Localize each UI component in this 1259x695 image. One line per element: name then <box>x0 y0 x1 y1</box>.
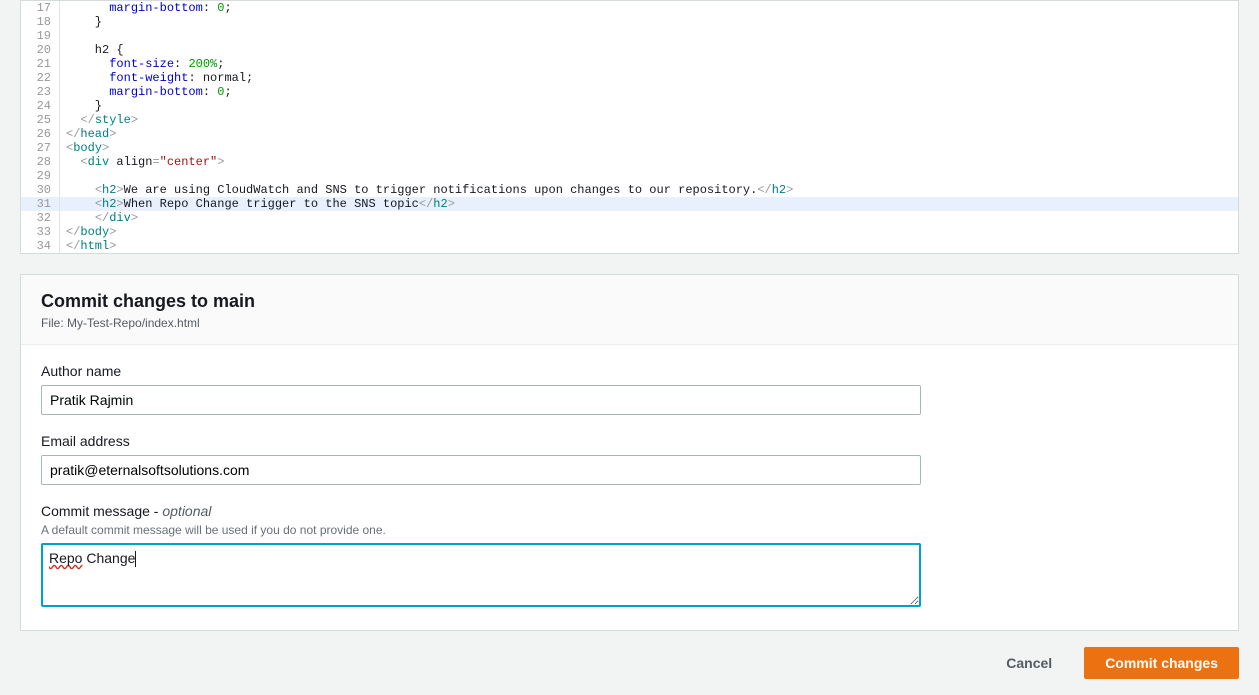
code-line[interactable]: h2 { <box>60 43 1238 57</box>
commit-message-field: Commit message - optional A default comm… <box>41 503 921 610</box>
line-number: 28 <box>21 155 59 169</box>
commit-message-hint: A default commit message will be used if… <box>41 523 921 537</box>
code-line[interactable]: } <box>60 99 1238 113</box>
line-number: 29 <box>21 169 59 183</box>
line-number: 26 <box>21 127 59 141</box>
code-line[interactable]: </body> <box>60 225 1238 239</box>
line-number: 20 <box>21 43 59 57</box>
code-content[interactable]: margin-bottom: 0; } h2 { font-size: 200%… <box>60 1 1238 253</box>
code-line[interactable]: <body> <box>60 141 1238 155</box>
commit-panel-title: Commit changes to main <box>41 291 1218 312</box>
commit-panel-body: Author name Email address Commit message… <box>21 345 1238 630</box>
cancel-button[interactable]: Cancel <box>986 647 1072 679</box>
line-number: 33 <box>21 225 59 239</box>
code-line[interactable]: </html> <box>60 239 1238 253</box>
line-number: 23 <box>21 85 59 99</box>
code-line[interactable]: font-weight: normal; <box>60 71 1238 85</box>
code-editor-panel: 171819202122232425262728293031323334 mar… <box>20 0 1239 254</box>
code-line[interactable] <box>60 29 1238 43</box>
line-number: 21 <box>21 57 59 71</box>
line-number: 32 <box>21 211 59 225</box>
author-name-field: Author name <box>41 363 921 415</box>
line-number: 25 <box>21 113 59 127</box>
code-line[interactable]: <div align="center"> <box>60 155 1238 169</box>
email-label: Email address <box>41 433 921 449</box>
commit-panel-header: Commit changes to main File: My-Test-Rep… <box>21 275 1238 345</box>
code-line[interactable]: <h2>When Repo Change trigger to the SNS … <box>60 197 1238 211</box>
line-number: 18 <box>21 15 59 29</box>
code-line[interactable]: </div> <box>60 211 1238 225</box>
code-line[interactable]: } <box>60 15 1238 29</box>
code-line[interactable]: margin-bottom: 0; <box>60 85 1238 99</box>
line-numbers-gutter: 171819202122232425262728293031323334 <box>21 1 60 253</box>
author-name-input[interactable] <box>41 385 921 415</box>
code-line[interactable] <box>60 169 1238 183</box>
line-number: 24 <box>21 99 59 113</box>
author-name-label: Author name <box>41 363 921 379</box>
code-line[interactable]: <h2>We are using CloudWatch and SNS to t… <box>60 183 1238 197</box>
commit-message-input[interactable] <box>41 543 921 607</box>
commit-message-label: Commit message - optional <box>41 503 921 519</box>
email-input[interactable] <box>41 455 921 485</box>
code-line[interactable]: </style> <box>60 113 1238 127</box>
commit-actions: Cancel Commit changes <box>0 647 1259 695</box>
line-number: 17 <box>21 1 59 15</box>
code-editor[interactable]: 171819202122232425262728293031323334 mar… <box>21 1 1238 253</box>
line-number: 30 <box>21 183 59 197</box>
commit-file-path: File: My-Test-Repo/index.html <box>41 316 1218 330</box>
line-number: 22 <box>21 71 59 85</box>
code-line[interactable]: margin-bottom: 0; <box>60 1 1238 15</box>
line-number: 34 <box>21 239 59 253</box>
email-field: Email address <box>41 433 921 485</box>
line-number: 19 <box>21 29 59 43</box>
commit-changes-button[interactable]: Commit changes <box>1084 647 1239 679</box>
commit-panel: Commit changes to main File: My-Test-Rep… <box>20 274 1239 631</box>
line-number: 31 <box>21 197 59 211</box>
code-line[interactable]: </head> <box>60 127 1238 141</box>
line-number: 27 <box>21 141 59 155</box>
code-line[interactable]: font-size: 200%; <box>60 57 1238 71</box>
